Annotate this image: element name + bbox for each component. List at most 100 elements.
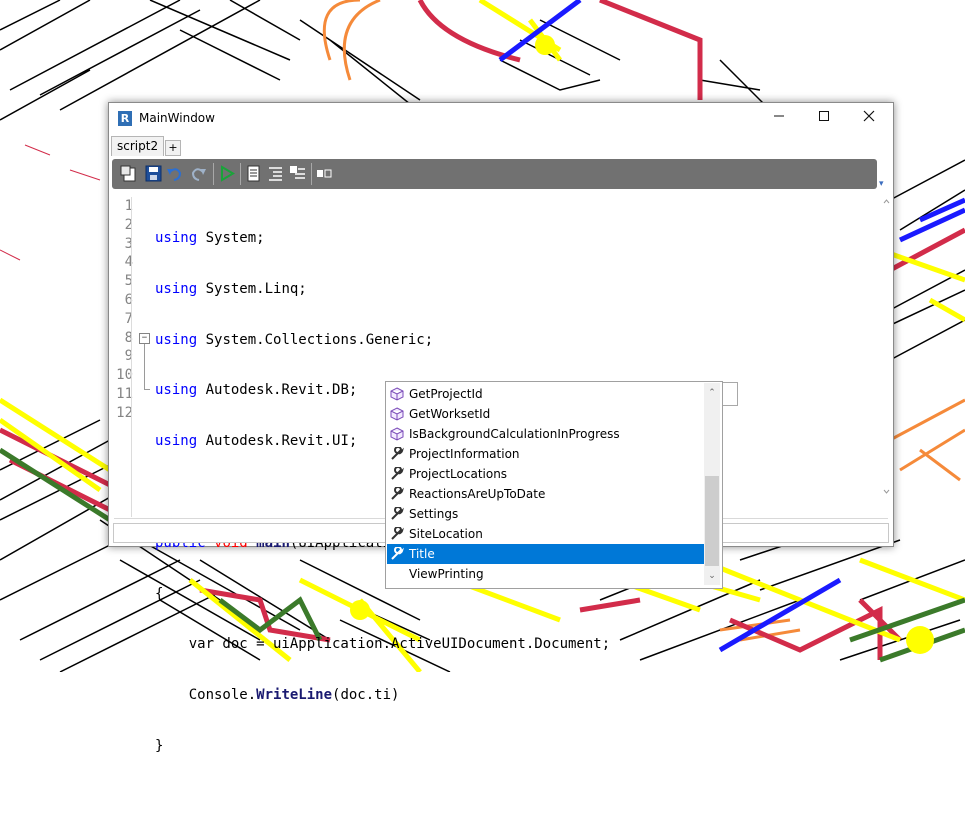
autocomplete-item-label: Title [409,547,435,561]
maximize-button[interactable] [801,103,847,134]
autocomplete-item-isbackgroundcalculationinprogress[interactable]: IsBackgroundCalculationInProgress [387,424,704,444]
scrollbar-arrows [883,199,890,494]
code-text-span: Autodesk.Revit.DB; [197,382,358,399]
autocomplete-item-label: IsBackgroundCalculationInProgress [409,427,620,441]
autocomplete-item-label: ReactionsAreUpToDate [409,487,546,501]
title-bar[interactable]: R MainWindow [109,103,893,134]
uncomment-lines-icon[interactable] [289,165,306,182]
new-script-icon[interactable] [120,165,137,182]
revit-app-icon: R [118,111,132,126]
toolbar-separator [311,163,312,185]
line-number: 6 [124,291,133,308]
autocomplete-popup[interactable]: GetProjectId GetWorksetId IsBackgroundCalc… [385,381,723,589]
autocomplete-item-label: GetProjectId [409,387,483,401]
code-line: using System; [155,229,610,248]
page-icon[interactable] [245,165,262,182]
line-number: 9 [124,348,133,365]
code-line: using System.Linq; [155,280,610,299]
add-tab-button[interactable]: + [165,140,181,156]
toolbar-separator [213,163,214,185]
property-wrench-icon [391,527,404,540]
scroll-down-icon[interactable]: ⌄ [706,570,718,582]
autocomplete-scrollbar[interactable]: ⌃ ⌄ [704,383,720,585]
property-wrench-icon [391,507,404,520]
scroll-up-icon[interactable]: ⌃ [706,387,718,399]
autocomplete-item-label: ProjectLocations [409,467,508,481]
autocomplete-item-settings[interactable]: Settings [387,504,704,524]
keyword: using [155,331,198,348]
function-name: WriteLine [256,687,333,704]
property-wrench-icon [391,467,404,480]
layout-toggle-icon[interactable] [316,165,333,182]
save-icon[interactable] [145,165,162,182]
method-cube-icon [390,427,404,441]
run-icon[interactable] [218,165,235,182]
toolbar-separator [240,163,241,185]
autocomplete-item-getworksetid[interactable]: GetWorksetId [387,404,704,424]
code-line: Console.WriteLine(doc.ti) [155,686,610,705]
code-text-span: System; [197,230,265,246]
code-text-span: System.Collections.Generic; [197,331,434,348]
minimize-button[interactable] [756,103,802,134]
minimize-icon [774,115,784,117]
keyword: using [155,433,198,450]
line-number-gutter: 1 2 3 4 5 6 7 8 9 10 11 12 [109,197,133,423]
line-number: 3 [124,235,133,252]
line-number: 11 [116,385,133,402]
gutter-divider [131,197,132,517]
collapse-block-icon[interactable]: − [139,333,150,344]
editor-scrollbar[interactable] [881,193,892,525]
autocomplete-list: GetProjectId GetWorksetId IsBackgroundCalc… [387,384,704,584]
fold-guide-end [144,389,150,390]
autocomplete-item-label: SiteLocation [409,527,483,541]
code-text-span: Console. [155,687,257,704]
code-text-span: (doc.ti) [332,687,400,704]
autocomplete-item-title[interactable]: Title [387,544,704,564]
method-cube-icon [390,407,404,421]
code-text-span: System.Linq; [197,280,307,297]
property-wrench-icon [391,547,404,560]
autocomplete-item-projectlocations[interactable]: ProjectLocations [387,464,704,484]
line-number: 8 [124,329,133,346]
tab-script2[interactable]: script2 [111,136,165,156]
fold-guide [144,344,145,389]
keyword: using [155,230,198,246]
code-line: using System.Collections.Generic; [155,331,610,350]
redo-icon[interactable] [190,165,207,182]
line-number: 4 [124,254,133,271]
line-number: 10 [116,367,133,384]
code-line: } [155,737,164,754]
property-wrench-icon [391,487,404,500]
autocomplete-item-viewprinting[interactable]: ViewPrinting [387,564,704,584]
maximize-icon [819,111,829,121]
line-number: 1 [124,198,133,214]
signature-hint-box [722,382,738,406]
keyword: using [155,280,198,297]
autocomplete-item-sitelocation[interactable]: SiteLocation [387,524,704,544]
method-cube-icon [390,387,404,401]
tab-strip: script2 + [109,134,893,156]
property-wrench-icon [391,447,404,460]
scroll-thumb[interactable] [705,476,719,566]
editor-toolbar [112,159,877,189]
close-button[interactable] [846,103,892,134]
line-number: 7 [124,310,133,327]
line-number: 12 [116,404,133,421]
autocomplete-item-label: ViewPrinting [409,567,484,581]
toolbar-overflow-icon[interactable]: ▾ [879,179,884,189]
window-title: MainWindow [139,111,215,125]
close-icon [863,110,875,122]
autocomplete-item-reactionsareuptodate[interactable]: ReactionsAreUpToDate [387,484,704,504]
autocomplete-item-projectinformation[interactable]: ProjectInformation [387,444,704,464]
line-number: 5 [124,273,133,290]
keyword: using [155,382,198,399]
code-text-span: Autodesk.Revit.UI; [197,433,358,450]
autocomplete-item-label: GetWorksetId [409,407,491,421]
code-line: var doc = uiApplication.ActiveUIDocument… [155,636,611,653]
undo-icon[interactable] [166,165,183,182]
autocomplete-item-getprojectid[interactable]: GetProjectId [387,384,704,404]
autocomplete-item-label: Settings [409,507,459,521]
comment-lines-icon[interactable] [267,165,284,182]
autocomplete-item-label: ProjectInformation [409,447,520,461]
